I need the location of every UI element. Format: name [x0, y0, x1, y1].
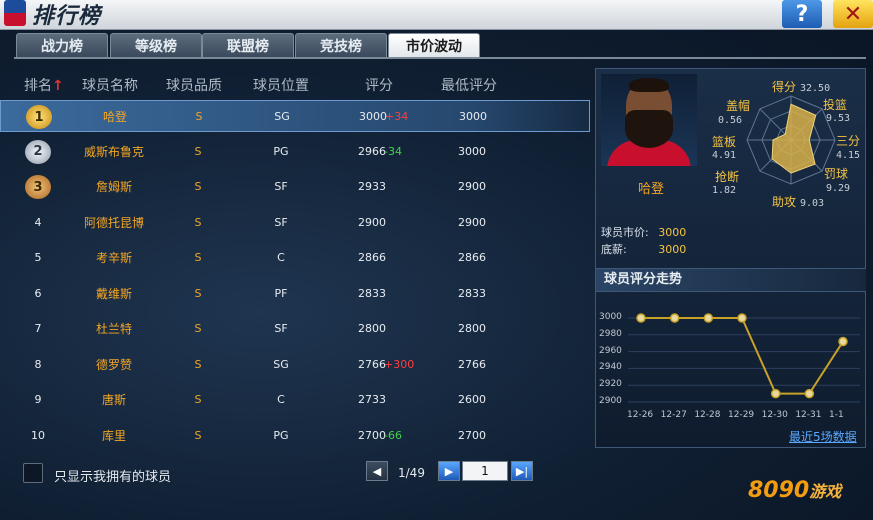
brand-watermark: 8090游戏 [748, 478, 842, 503]
trend-chart [628, 313, 860, 403]
trend-point [804, 388, 815, 399]
trend-point [636, 313, 646, 323]
trend-point [838, 336, 848, 347]
trend-line [641, 317, 844, 395]
trend-point [669, 313, 680, 323]
trend-point [770, 388, 781, 399]
recent-games-link[interactable]: 最近5场数据 [789, 428, 857, 445]
trend-point [703, 313, 714, 323]
trend-point [737, 313, 747, 323]
